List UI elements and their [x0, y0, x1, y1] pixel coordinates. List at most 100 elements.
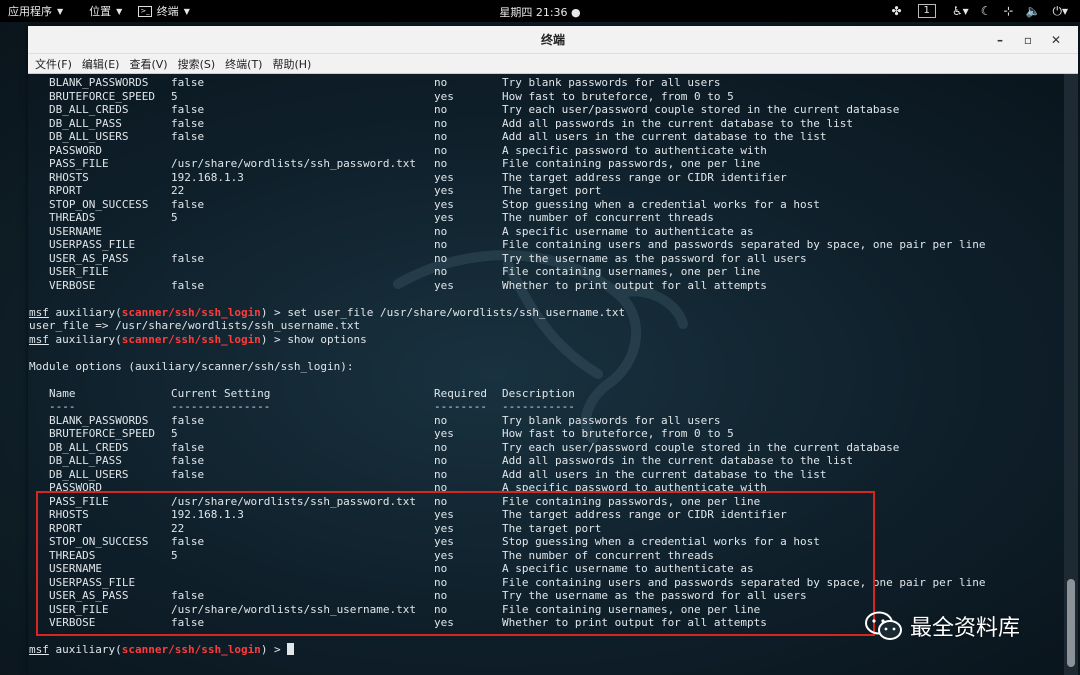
clock[interactable]: 星期四 21:36 — [499, 6, 567, 19]
prompt-end: ) > — [260, 305, 288, 319]
chevron-down-icon: ▼ — [57, 6, 64, 16]
option-row: DB_ALL_PASS false no Add all passwords in t… — [29, 454, 853, 468]
network-icon[interactable]: ⊹ — [1003, 4, 1013, 18]
option-description: File containing usernames, one per line — [502, 265, 761, 278]
menu-terminal[interactable]: 终端(T) — [220, 56, 267, 72]
window-title: 终端 — [540, 33, 565, 47]
option-setting: false — [171, 103, 205, 116]
terminal-app-icon: >_ — [138, 5, 152, 17]
option-description: Try blank passwords for all users — [502, 413, 721, 427]
option-required: no — [434, 130, 448, 143]
option-description: Add all users in the current database to… — [502, 130, 827, 143]
option-required: no — [434, 440, 448, 454]
prompt-msf: msf — [29, 643, 49, 656]
option-name: DB_ALL_PASS — [49, 116, 122, 130]
prompt-module: scanner/ssh/ssh_login — [121, 332, 261, 346]
maximize-icon[interactable]: ▫ — [1014, 33, 1042, 47]
prompt-line: msf auxiliary(scanner/ssh/ssh_login) > s… — [29, 306, 625, 320]
option-setting: 5 — [171, 89, 178, 103]
option-name: BLANK_PASSWORDS — [49, 76, 149, 89]
command-output: user_file => /usr/share/wordlists/ssh_us… — [29, 319, 625, 333]
workspace-indicator[interactable]: 1 — [917, 4, 936, 18]
option-name: STOP_ON_SUCCESS — [49, 197, 149, 211]
volume-icon[interactable]: 🔈 — [1026, 4, 1041, 18]
option-name: DB_ALL_CREDS — [49, 103, 129, 116]
option-description: Whether to print output for all attempts — [502, 278, 767, 292]
option-setting: false — [171, 130, 205, 143]
option-required: no — [434, 103, 448, 116]
option-required: yes — [434, 184, 454, 197]
prompt-aux: auxiliary( — [48, 305, 122, 319]
option-setting: false — [171, 278, 205, 292]
header-name: ---- — [49, 400, 76, 413]
option-required: no — [434, 224, 448, 238]
menu-help[interactable]: 帮助(H) — [267, 56, 316, 72]
option-setting: 192.168.1.3 — [171, 170, 244, 184]
applications-menu[interactable]: 应用程序 ▼ — [0, 0, 71, 22]
option-description: Try each user/password couple stored in … — [502, 103, 900, 116]
option-row: USERNAME no A specific username to authent… — [29, 224, 754, 239]
menu-edit[interactable]: 编辑(E) — [77, 56, 125, 72]
night-light-icon[interactable]: ☾ — [981, 4, 992, 18]
option-row: RPORT 22 yes The target port — [29, 184, 625, 198]
option-required: no — [434, 157, 448, 170]
table-header-row: Name Current Setting Required Description — [29, 387, 625, 401]
option-name: PASSWORD — [49, 143, 102, 157]
option-name: BLANK_PASSWORDS — [49, 413, 149, 427]
option-name: USER_AS_PASS — [49, 251, 129, 265]
extensions-icon[interactable]: ✤ — [891, 4, 901, 18]
option-required: no — [434, 467, 448, 481]
option-row: VERBOSE false yes Whether to print output f… — [29, 278, 767, 293]
prompt-aux: auxiliary( — [48, 643, 122, 656]
menu-search[interactable]: 搜索(S) — [173, 56, 221, 72]
option-required: no — [434, 265, 448, 278]
minimize-icon[interactable]: – — [986, 33, 1014, 47]
option-name: USERNAME — [49, 224, 102, 238]
terminal-app-label: 终端 — [156, 5, 179, 18]
option-setting: 5 — [171, 427, 178, 440]
window-titlebar[interactable]: 终端 – ▫ ✕ — [28, 26, 1078, 54]
system-tray: ✤ 1 ♿▾ ☾ ⊹ 🔈 ⏻▾ — [885, 0, 1074, 22]
option-required: no — [434, 143, 448, 157]
option-setting: false — [171, 440, 205, 454]
places-menu[interactable]: 位置 ▼ — [81, 0, 130, 22]
option-description: The target address range or CIDR identif… — [502, 170, 787, 184]
scroll-thumb[interactable] — [1067, 579, 1075, 667]
terminal-app-menu[interactable]: >_ 终端 ▼ — [130, 0, 198, 22]
option-setting: false — [171, 76, 205, 89]
prompt-end: ) > — [260, 332, 288, 346]
window-controls: – ▫ ✕ — [986, 26, 1070, 54]
option-setting: false — [171, 116, 205, 130]
menu-file[interactable]: 文件(F) — [30, 56, 77, 72]
option-row: BLANK_PASSWORDS false no Try blank password… — [29, 413, 721, 428]
option-required: no — [434, 413, 448, 427]
option-required: yes — [434, 211, 454, 224]
scrollbar[interactable] — [1064, 74, 1078, 675]
option-description: Add all passwords in the current databas… — [502, 454, 853, 467]
wechat-icon — [865, 611, 902, 640]
option-name: DB_ALL_USERS — [49, 130, 129, 143]
power-icon[interactable]: ⏻▾ — [1052, 4, 1068, 19]
option-row: BRUTEFORCE_SPEED 5 yes How fast to brutefor… — [29, 427, 734, 441]
option-description: File containing passwords, one per line — [502, 157, 761, 170]
option-row: DB_ALL_PASS false no Add all passwords in t… — [29, 116, 853, 131]
option-required: yes — [434, 197, 454, 211]
option-row: DB_ALL_USERS false no Add all users in the … — [29, 467, 827, 482]
places-label: 位置 — [89, 5, 112, 18]
menu-view[interactable]: 查看(V) — [124, 56, 172, 72]
table-header-row: ---- --------------- -------- ----------- — [29, 400, 625, 414]
applications-label: 应用程序 — [8, 5, 52, 18]
option-row: USER_AS_PASS false no Try the username as t… — [29, 251, 807, 266]
header-description: ----------- — [502, 400, 575, 413]
option-name: USERPASS_FILE — [49, 238, 136, 251]
accessibility-icon[interactable]: ♿▾ — [952, 4, 969, 18]
prompt-msf: msf — [29, 332, 49, 346]
text-cursor — [287, 643, 295, 655]
option-setting: 22 — [171, 184, 185, 197]
close-icon[interactable]: ✕ — [1042, 33, 1070, 47]
option-row: DB_ALL_USERS false no Add all users in the … — [29, 130, 827, 144]
option-row: STOP_ON_SUCCESS false yes Stop guessing whe… — [29, 197, 820, 212]
notification-dot-icon: ● — [567, 6, 581, 19]
